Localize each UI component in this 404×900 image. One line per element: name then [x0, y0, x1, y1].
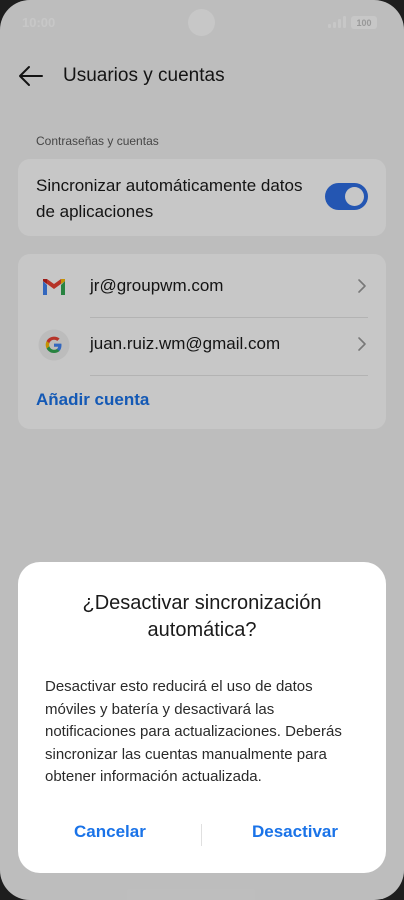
deactivate-button[interactable]: Desactivar: [252, 822, 338, 842]
disable-sync-dialog: ¿Desactivar sincronización automática? D…: [18, 562, 386, 873]
phone-screen: 10:00 100 Usuarios y cuentas Contraseñas…: [0, 0, 404, 900]
dialog-message: Desactivar esto reducirá el uso de datos…: [45, 678, 342, 785]
dialog-title: ¿Desactivar sincronización automática?: [82, 592, 322, 641]
cancel-button[interactable]: Cancelar: [74, 822, 146, 842]
button-divider: [201, 824, 202, 846]
